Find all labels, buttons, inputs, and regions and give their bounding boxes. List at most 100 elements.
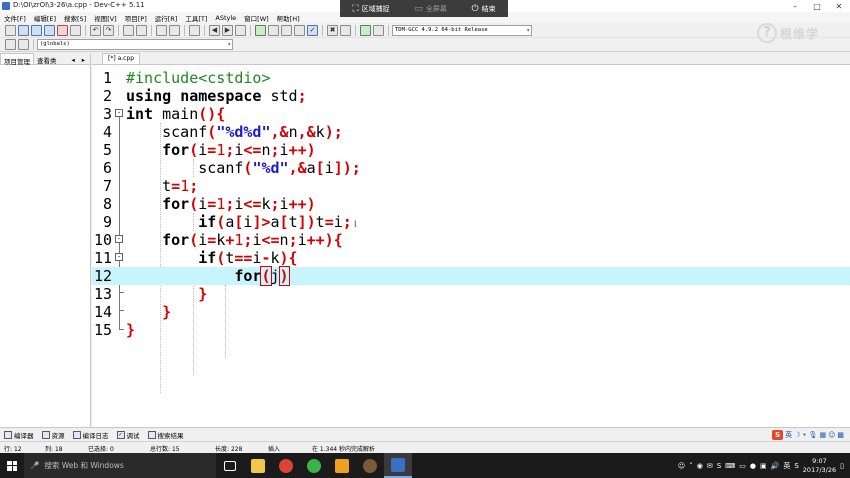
delete-profile-icon[interactable] [373, 24, 384, 36]
print-icon[interactable] [70, 24, 81, 36]
taskbar-app-360[interactable] [300, 453, 328, 478]
close-icon[interactable]: ✕ [828, 0, 850, 12]
indent-icon[interactable] [156, 24, 167, 36]
toolbar-separator [85, 24, 86, 36]
ime-lang-label[interactable]: 英 [785, 430, 792, 440]
profile-chart-icon[interactable] [360, 24, 371, 36]
tray-chat-icon[interactable]: ✉ [707, 462, 713, 470]
toolbar-separator [118, 24, 119, 36]
ime-moon-icon[interactable]: ☽ [794, 431, 800, 439]
start-button[interactable] [0, 453, 24, 478]
tab-search-results[interactable]: 搜索结果 [144, 430, 188, 440]
input-s-icon[interactable]: S [794, 462, 798, 470]
main-toolbar: ↶ ↷ ◀ ▶ ✓ ✖ TDM-GCC 4.9.2 64-bit Release… [0, 23, 850, 38]
compiler-select[interactable]: TDM-GCC 4.9.2 64-bit Release ▾ [392, 24, 532, 36]
tray-up-arrow-icon[interactable]: ˄ [689, 462, 693, 470]
watermark-question-icon: ? [757, 23, 777, 43]
ime-grid-icon[interactable]: ▩ [837, 431, 844, 439]
tray-monitor-icon[interactable]: ▭ [739, 462, 746, 470]
taskbar-app-unknown[interactable] [328, 453, 356, 478]
find-icon[interactable] [123, 24, 134, 36]
replace-icon[interactable] [136, 24, 147, 36]
taskbar-app-devcpp[interactable] [384, 453, 412, 478]
toolbar-separator [184, 24, 185, 36]
menu-run[interactable]: 运行[R] [151, 13, 182, 23]
menu-edit[interactable]: 编辑[E] [30, 13, 60, 23]
taskbar-app-explorer[interactable] [244, 453, 272, 478]
volume-icon[interactable]: 🔊 [771, 462, 780, 470]
undo-icon[interactable]: ↶ [90, 24, 101, 36]
editor-area: [*] a.cpp 1 #include<cstdio> 2 using nam… [92, 53, 850, 427]
unindent-icon[interactable] [169, 24, 180, 36]
minimize-icon[interactable]: – [784, 0, 806, 12]
tray-app-icon[interactable]: ◉ [697, 462, 703, 470]
tray-keyboard-icon[interactable]: ⌨ [725, 462, 735, 470]
toolbar-separator [151, 24, 152, 36]
fullscreen-capture-button[interactable]: ▭ 全屏幕 [414, 4, 447, 14]
ime-mic-icon[interactable]: 🎙 [809, 431, 818, 439]
tab-debug[interactable]: ✓ 调试 [113, 430, 144, 440]
taskbar-app-game[interactable] [356, 453, 384, 478]
goto-previous-icon[interactable]: ◀ [209, 24, 220, 36]
arrow-left-icon[interactable]: ◂ [68, 54, 77, 64]
tray-lang-indicator[interactable]: 英 [783, 461, 790, 471]
stop-execution-icon[interactable]: ✖ [327, 24, 338, 36]
maximize-icon[interactable]: □ [806, 0, 828, 12]
goto-line-icon[interactable] [235, 24, 246, 36]
open-file-icon[interactable] [18, 24, 29, 36]
search-results-icon [147, 430, 156, 439]
insert-icon[interactable] [5, 39, 16, 50]
tab-compile-log[interactable]: 编译日志 [69, 430, 113, 440]
fold-collapse-icon[interactable]: - [115, 109, 123, 117]
tray-display-icon[interactable]: ▣ [760, 462, 767, 470]
end-capture-button[interactable]: ⏻ 结束 [472, 4, 496, 14]
region-capture-button[interactable]: ⛶ 区域捕捉 [352, 4, 389, 14]
toggle-bookmark-icon[interactable] [189, 24, 200, 36]
people-icon[interactable]: ☺ [678, 462, 685, 470]
tab-compiler[interactable]: 编译器 [0, 430, 38, 440]
notification-icon[interactable]: ▯ [840, 462, 844, 470]
menu-window[interactable]: 窗口[W] [240, 13, 273, 23]
close-file-icon[interactable] [57, 24, 68, 36]
scope-select[interactable]: (globals) ▾ [37, 39, 233, 50]
compile-icon[interactable] [255, 24, 266, 36]
log-chart-icon [72, 430, 81, 439]
menu-view[interactable]: 视图[V] [90, 13, 121, 23]
ime-keyboard-icon[interactable]: ▦ [819, 431, 826, 439]
menu-project[interactable]: 项目[P] [121, 13, 151, 23]
tab-resources[interactable]: 资源 [38, 430, 69, 440]
goto-next-icon[interactable]: ▶ [222, 24, 233, 36]
bookmark-icon[interactable] [18, 39, 29, 50]
tab-class-browser[interactable]: 查看类 [34, 53, 60, 65]
task-view-button[interactable] [216, 453, 244, 478]
run-icon[interactable] [268, 24, 279, 36]
menu-astyle[interactable]: AStyle [211, 14, 240, 22]
menu-search[interactable]: 搜索[S] [60, 13, 90, 23]
ime-user-icon[interactable]: ☺ [828, 431, 835, 439]
tray-record-icon[interactable]: ● [750, 462, 756, 470]
taskbar-app-chrome[interactable] [272, 453, 300, 478]
arrow-right-icon[interactable]: ▸ [79, 54, 88, 64]
file-tab-a-cpp[interactable]: [*] a.cpp [102, 53, 141, 64]
menu-file[interactable]: 文件[F] [0, 13, 30, 23]
save-icon[interactable] [31, 24, 42, 36]
redo-icon[interactable]: ↷ [103, 24, 114, 36]
fold-collapse-icon[interactable]: - [115, 235, 123, 243]
save-all-icon[interactable] [44, 24, 55, 36]
debug-icon[interactable] [340, 24, 351, 36]
rebuild-icon[interactable] [294, 24, 305, 36]
ime-dot-icon[interactable]: • [802, 431, 806, 439]
menu-tools[interactable]: 工具[T] [181, 13, 211, 23]
new-file-icon[interactable] [5, 24, 16, 36]
tab-project-manager[interactable]: 项目管理 [0, 53, 34, 66]
fold-collapse-icon[interactable]: - [115, 253, 123, 261]
syntax-check-icon[interactable]: ✓ [307, 24, 318, 36]
sogou-ime-icon[interactable]: S [772, 430, 784, 440]
menu-help[interactable]: 帮助[H] [273, 13, 304, 23]
compile-run-icon[interactable] [281, 24, 292, 36]
taskbar-search-box[interactable]: 🎤 搜索 Web 和 Windows [24, 453, 216, 478]
code-line: 14 } [93, 303, 172, 321]
tray-sogou-icon[interactable]: S [717, 462, 721, 470]
taskbar-clock[interactable]: 9:07 2017/3/26 [803, 457, 836, 475]
toolbar-separator [355, 24, 356, 36]
